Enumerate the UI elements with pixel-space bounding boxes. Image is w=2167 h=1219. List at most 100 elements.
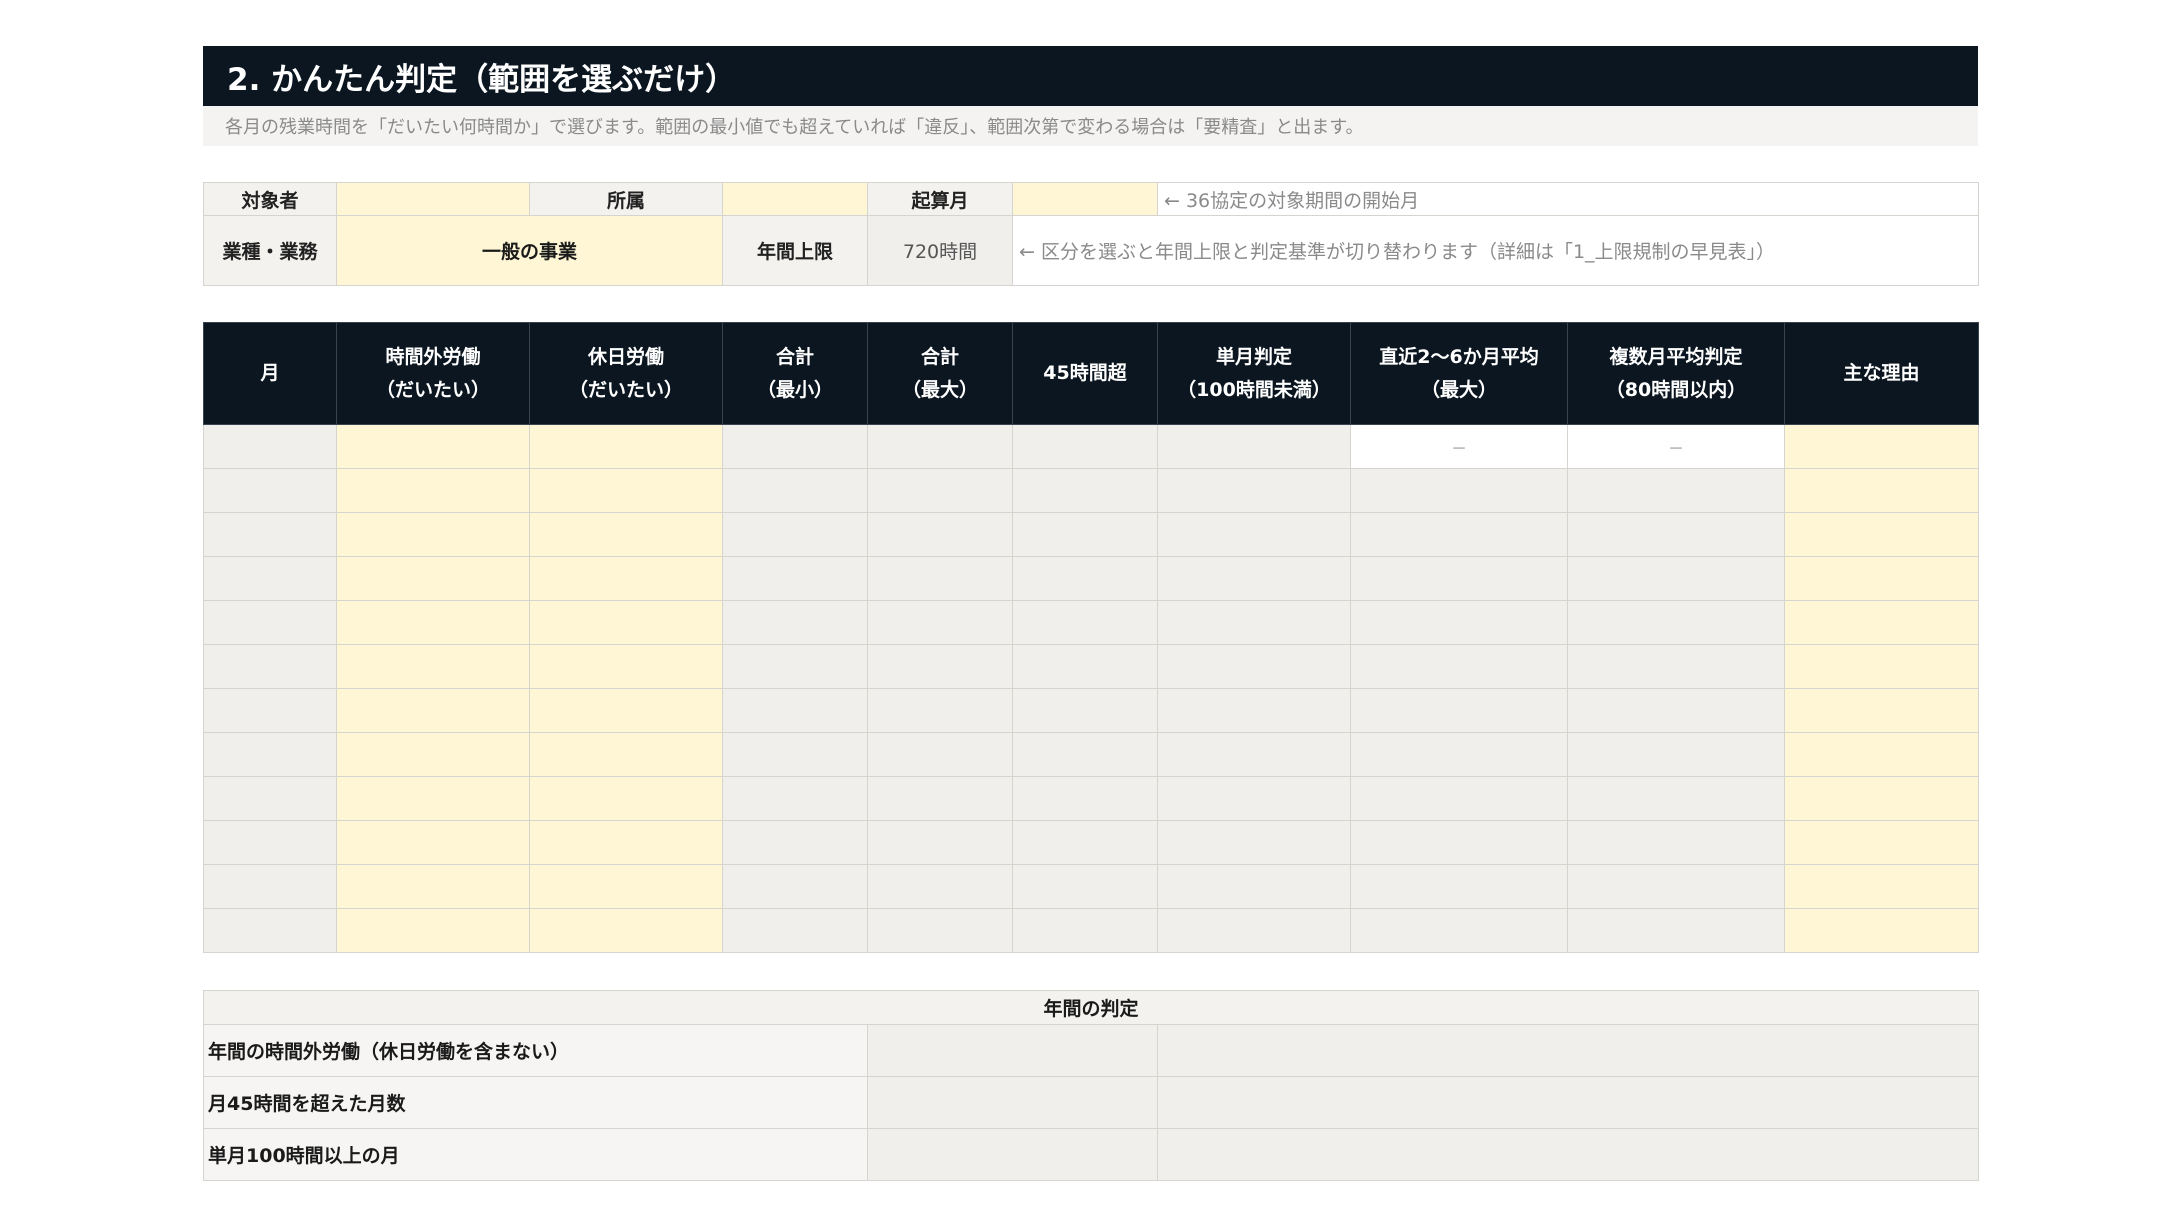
table-row [203,864,1979,909]
cell-monthly-judgement [1157,776,1351,821]
cell-month [203,644,337,689]
cell-overtime-select[interactable] [336,864,530,909]
cell-overtime-select[interactable] [336,556,530,601]
cell-holiday-select[interactable] [529,600,723,645]
cell-total-min [722,512,868,557]
target-input[interactable] [336,182,530,216]
cell-recent-average [1350,864,1568,909]
cell-recent-average [1350,732,1568,777]
cell-monthly-judgement [1157,424,1351,469]
cell-total-max [867,732,1013,777]
cell-holiday-select[interactable] [529,864,723,909]
cell-holiday-select[interactable] [529,732,723,777]
cell-total-min [722,600,868,645]
cell-overtime-select[interactable] [336,468,530,513]
cell-reason-input[interactable] [1784,820,1979,865]
cell-holiday-select[interactable] [529,468,723,513]
cell-reason-input[interactable] [1784,688,1979,733]
cell-over45 [1012,468,1158,513]
annual-row-judgement [1156,1128,1980,1181]
dept-input[interactable] [722,182,868,216]
cell-reason-input[interactable] [1784,468,1979,513]
table-row [203,600,1979,645]
cell-overtime-select[interactable] [336,600,530,645]
cell-recent-average [1350,820,1568,865]
cell-multi-month-judgement [1567,600,1785,645]
cell-over45 [1012,556,1158,601]
cell-monthly-judgement [1157,688,1351,733]
cell-overtime-select[interactable] [336,644,530,689]
cell-month [203,864,337,909]
cell-total-min [722,820,868,865]
cell-overtime-select[interactable] [336,732,530,777]
cell-recent-average: － [1350,424,1568,469]
start-month-label: 起算月 [867,182,1013,216]
page-header: 2. かんたん判定（範囲を選ぶだけ） 各月の残業時間を「だいたい何時間か」で選び… [203,46,1978,146]
cell-recent-average [1350,600,1568,645]
cell-reason-input[interactable] [1784,644,1979,689]
annual-row-label: 年間の時間外労働（休日労働を含まない） [203,1024,868,1077]
cell-total-min [722,556,868,601]
cell-reason-input[interactable] [1784,600,1979,645]
table-row [203,820,1979,865]
cell-holiday-select[interactable] [529,644,723,689]
cell-holiday-select[interactable] [529,908,723,953]
cell-monthly-judgement [1157,908,1351,953]
col-multi-month-judgement: 複数月平均判定 （80時間以内） [1567,322,1785,425]
cell-recent-average [1350,512,1568,557]
cell-reason-input[interactable] [1784,776,1979,821]
annual-row-judgement [1156,1024,1980,1077]
cell-total-max [867,600,1013,645]
cell-month [203,556,337,601]
cell-multi-month-judgement [1567,820,1785,865]
cell-total-max [867,820,1013,865]
cell-multi-month-judgement [1567,644,1785,689]
cell-overtime-select[interactable] [336,424,530,469]
cell-overtime-select[interactable] [336,688,530,733]
page-subtitle: 各月の残業時間を「だいたい何時間か」で選びます。範囲の最小値でも超えていれば「違… [203,106,1978,146]
cell-month [203,732,337,777]
cell-reason-input[interactable] [1784,512,1979,557]
cell-holiday-select[interactable] [529,512,723,557]
industry-note: ← 区分を選ぶと年間上限と判定基準が切り替わります（詳細は「1_上限規制の早見表… [1012,215,1979,286]
cell-holiday-select[interactable] [529,688,723,733]
cell-holiday-select[interactable] [529,556,723,601]
col-holiday: 休日労働 （だいたい） [529,322,723,425]
cell-over45 [1012,776,1158,821]
cell-total-min [722,468,868,513]
annual-row-judgement [1156,1076,1980,1129]
cell-over45 [1012,908,1158,953]
cell-month [203,776,337,821]
cell-over45 [1012,512,1158,557]
cell-holiday-select[interactable] [529,424,723,469]
cell-reason-input[interactable] [1784,908,1979,953]
cell-reason-input[interactable] [1784,864,1979,909]
cell-reason-input[interactable] [1784,556,1979,601]
cell-total-min [722,424,868,469]
cell-recent-average [1350,468,1568,513]
cell-total-max [867,644,1013,689]
cell-over45 [1012,820,1158,865]
cell-month [203,600,337,645]
page-title: 2. かんたん判定（範囲を選ぶだけ） [203,46,1978,106]
cell-reason-input[interactable] [1784,732,1979,777]
dept-label: 所属 [529,182,723,216]
cell-total-max [867,776,1013,821]
cell-over45 [1012,864,1158,909]
cell-overtime-select[interactable] [336,908,530,953]
cell-holiday-select[interactable] [529,776,723,821]
cell-overtime-select[interactable] [336,820,530,865]
cell-total-max [867,688,1013,733]
cell-multi-month-judgement [1567,468,1785,513]
cell-over45 [1012,644,1158,689]
info-table: 対象者 所属 起算月 ← 36協定の対象期間の開始月 業種・業務 一般の事業 年… [203,182,1979,286]
table-row [203,688,1979,733]
cell-overtime-select[interactable] [336,512,530,557]
cell-reason-input[interactable] [1784,424,1979,469]
cell-multi-month-judgement [1567,776,1785,821]
cell-holiday-select[interactable] [529,820,723,865]
cell-over45 [1012,688,1158,733]
industry-select[interactable]: 一般の事業 [336,215,723,286]
start-month-input[interactable] [1012,182,1158,216]
cell-overtime-select[interactable] [336,776,530,821]
